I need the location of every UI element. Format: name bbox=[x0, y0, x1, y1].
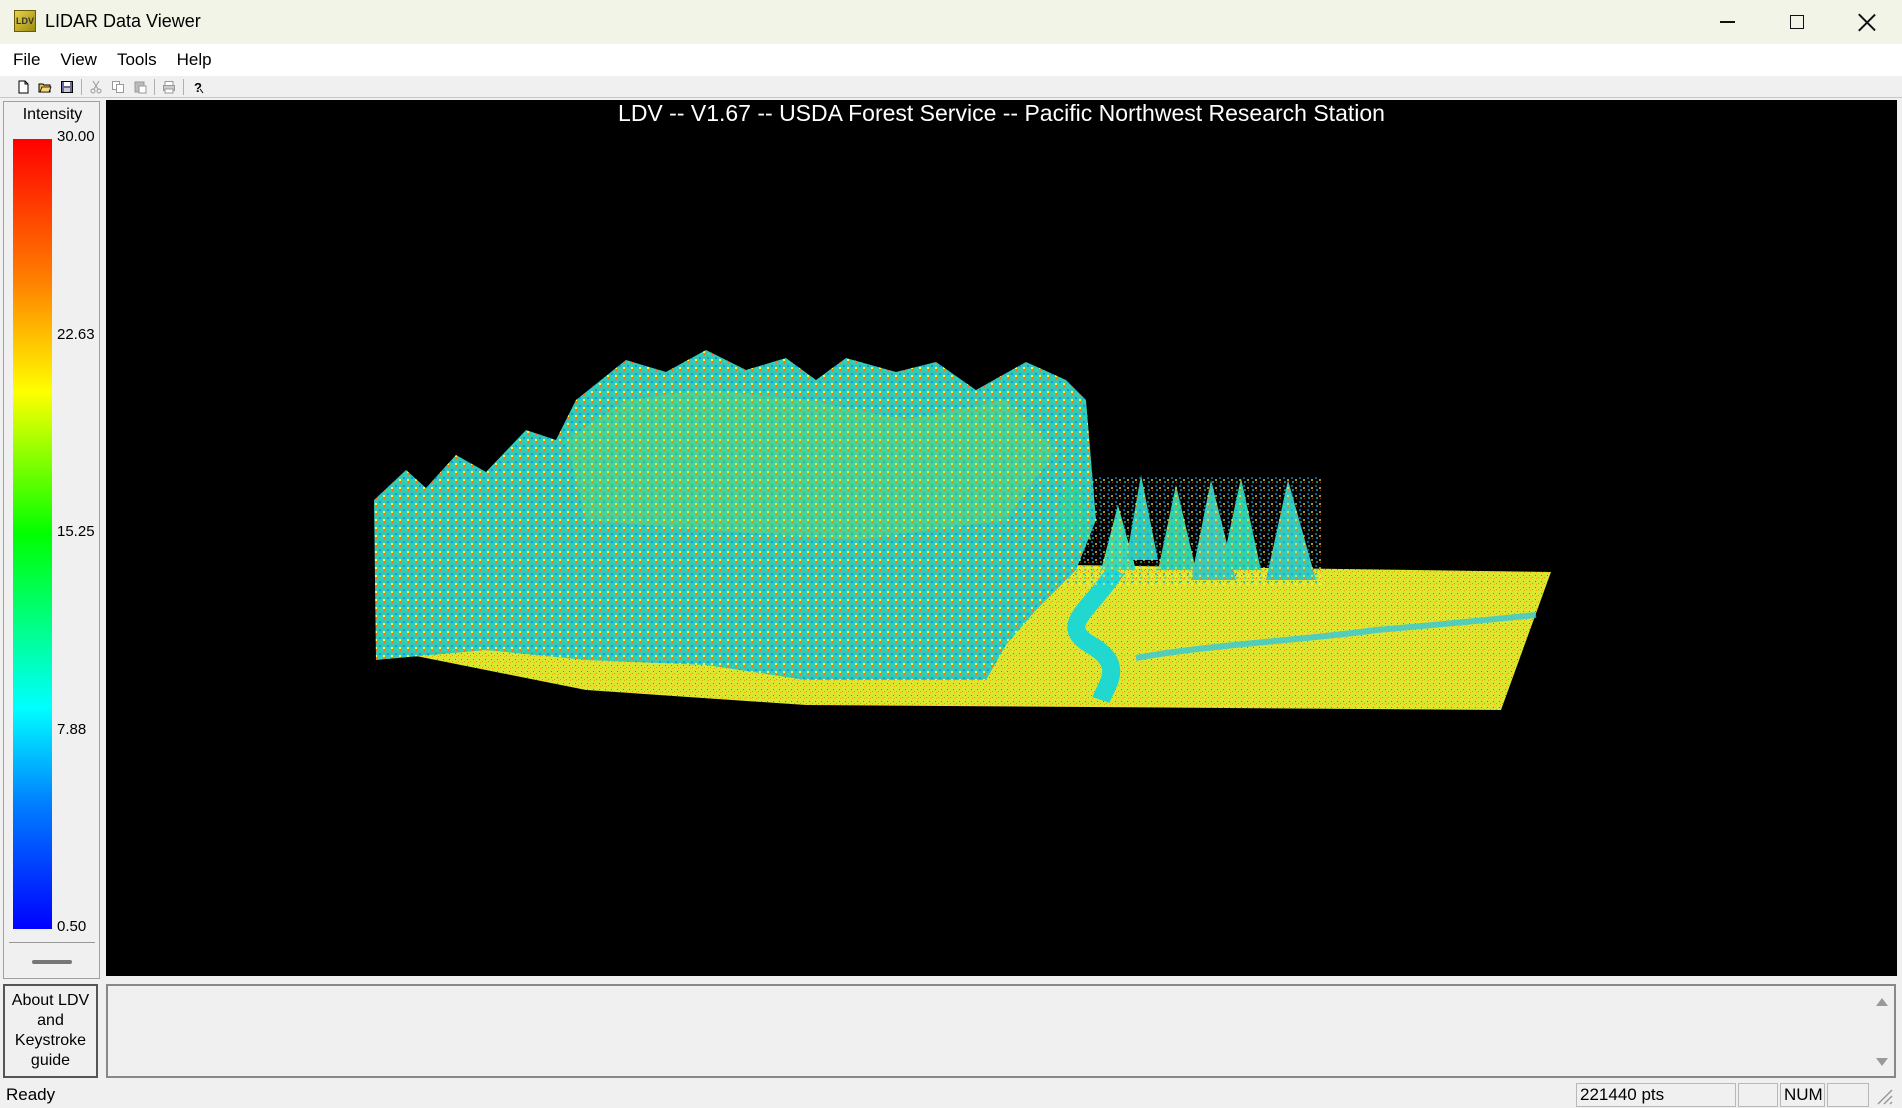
forest-highlights bbox=[566, 390, 1056, 540]
minimize-icon bbox=[1719, 21, 1735, 23]
help-icon: ? bbox=[194, 80, 204, 94]
legend-color-ramp bbox=[13, 139, 52, 929]
print-icon bbox=[163, 80, 175, 93]
menu-bar: File View Tools Help bbox=[0, 44, 1902, 76]
tree-texture bbox=[1051, 475, 1321, 585]
legend-tick: 22.63 bbox=[57, 326, 95, 343]
viewer-title: LDV -- V1.67 -- USDA Forest Service -- P… bbox=[618, 100, 1385, 126]
save-button[interactable] bbox=[56, 77, 78, 97]
toolbar: ? bbox=[0, 76, 1902, 98]
maximize-icon bbox=[1790, 15, 1804, 29]
app-icon[interactable]: LDV bbox=[14, 10, 36, 32]
point-cloud-viewport[interactable]: LDV -- V1.67 -- USDA Forest Service -- P… bbox=[106, 100, 1897, 976]
title-bar[interactable]: LDV LIDAR Data Viewer bbox=[0, 0, 1902, 44]
status-cell-empty bbox=[1827, 1083, 1869, 1107]
num-lock-indicator: NUM bbox=[1780, 1083, 1825, 1107]
legend-title: Intensity bbox=[22, 106, 83, 123]
toolbar-separator bbox=[183, 78, 184, 95]
minimize-button[interactable] bbox=[1692, 0, 1762, 44]
intensity-legend: Intensity 30.00 22.63 15.25 7.88 0.50 bbox=[3, 101, 100, 979]
lidar-point-cloud[interactable] bbox=[106, 100, 1897, 976]
menu-view[interactable]: View bbox=[50, 46, 107, 74]
window-title: LIDAR Data Viewer bbox=[45, 11, 201, 31]
maximize-button[interactable] bbox=[1762, 0, 1832, 44]
save-icon bbox=[61, 80, 73, 93]
resize-grip-icon[interactable] bbox=[1872, 1086, 1894, 1106]
legend-tick-max: 30.00 bbox=[57, 128, 95, 145]
new-file-button[interactable] bbox=[12, 77, 34, 97]
toolbar-separator bbox=[154, 78, 155, 95]
menu-help[interactable]: Help bbox=[167, 46, 222, 74]
scroll-up-icon[interactable] bbox=[1876, 998, 1888, 1006]
close-icon bbox=[1858, 13, 1876, 31]
scroll-down-icon[interactable] bbox=[1876, 1058, 1888, 1066]
paste-icon bbox=[134, 81, 147, 93]
about-keystroke-guide-button[interactable]: About LDV and Keystroke guide bbox=[3, 984, 98, 1078]
open-button[interactable] bbox=[34, 77, 56, 97]
legend-tick: 7.88 bbox=[57, 721, 87, 738]
message-scrollbar[interactable] bbox=[1870, 986, 1894, 1076]
paste-button[interactable] bbox=[129, 77, 151, 97]
legend-divider bbox=[9, 942, 95, 943]
close-button[interactable] bbox=[1832, 0, 1902, 44]
legend-tick: 15.25 bbox=[57, 523, 95, 540]
cut-icon bbox=[90, 80, 102, 93]
cut-button[interactable] bbox=[85, 77, 107, 97]
splitter-handle[interactable] bbox=[32, 960, 72, 964]
menu-tools[interactable]: Tools bbox=[107, 46, 167, 74]
message-pane[interactable] bbox=[106, 984, 1896, 1078]
copy-button[interactable] bbox=[107, 77, 129, 97]
help-button[interactable]: ? bbox=[187, 77, 209, 97]
menu-file[interactable]: File bbox=[3, 46, 50, 74]
print-button[interactable] bbox=[158, 77, 180, 97]
status-text: Ready bbox=[6, 1085, 56, 1104]
application-window: LDV LIDAR Data Viewer File View Tools He… bbox=[0, 0, 1902, 1108]
toolbar-separator bbox=[81, 78, 82, 95]
copy-icon bbox=[112, 80, 124, 93]
status-cell-empty bbox=[1738, 1083, 1778, 1107]
open-folder-icon bbox=[38, 83, 52, 92]
point-count: 221440 pts bbox=[1576, 1083, 1736, 1107]
new-file-icon bbox=[18, 80, 29, 93]
status-bar: Ready 221440 pts NUM bbox=[0, 1082, 1902, 1108]
legend-tick-min: 0.50 bbox=[57, 918, 87, 935]
svg-text:?: ? bbox=[194, 80, 202, 94]
